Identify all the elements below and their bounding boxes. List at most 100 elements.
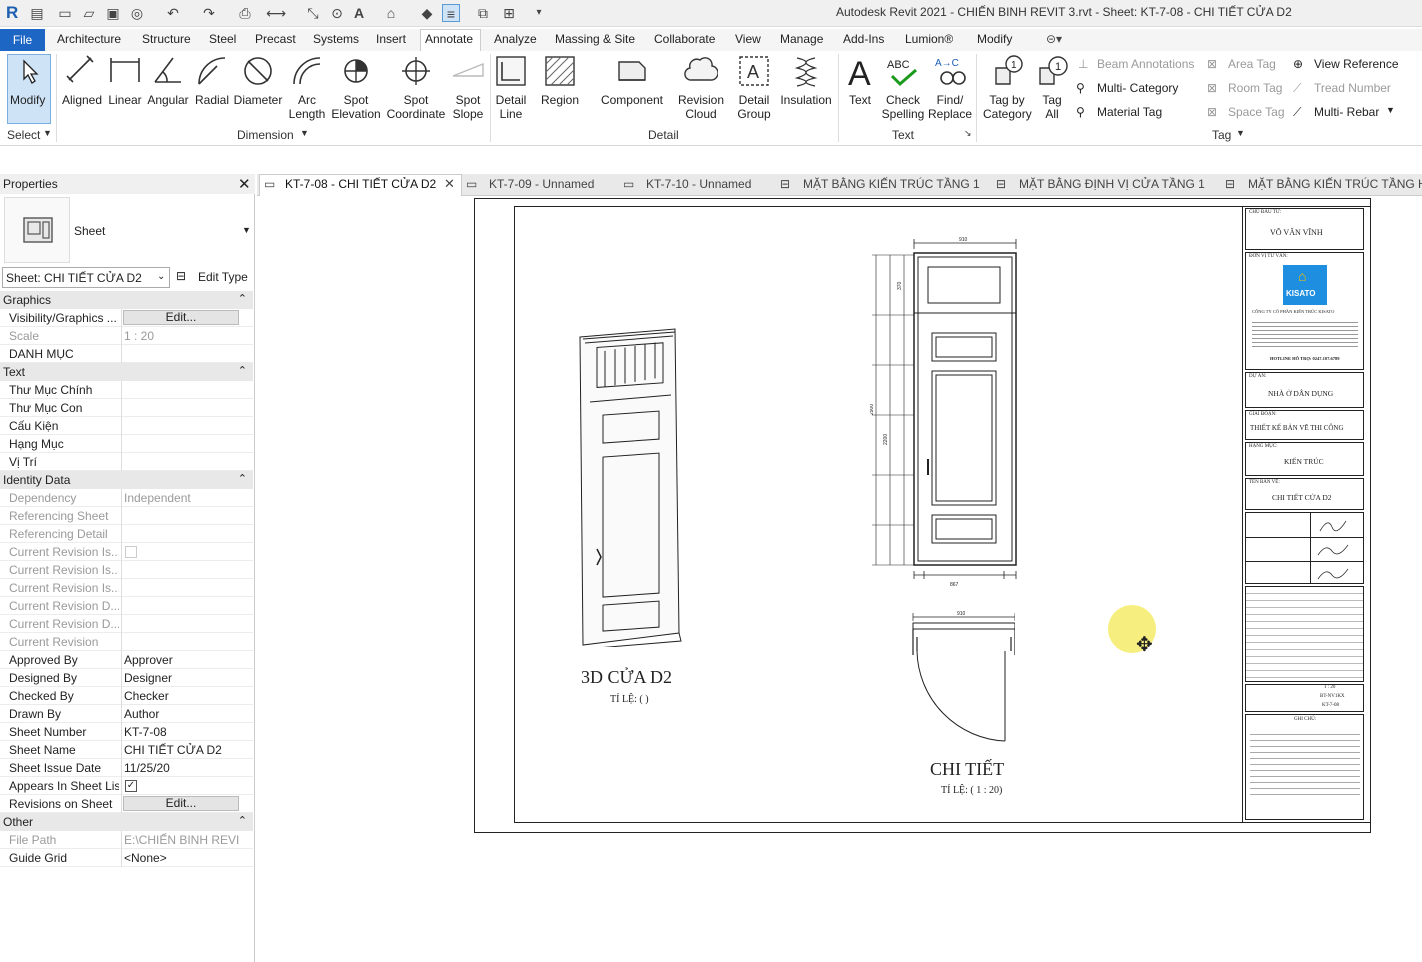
tab-view[interactable]: View	[735, 32, 761, 46]
beam-annotations-button[interactable]: Beam Annotations	[1097, 57, 1194, 71]
prop-value[interactable]: CHI TIẾT CỬA D2	[124, 743, 240, 757]
tab-analyze[interactable]: Analyze	[494, 32, 537, 46]
dimension-chevron-icon[interactable]: ▼	[300, 128, 309, 138]
view-tab-label[interactable]: MẶT BẰNG ĐỊNH VỊ CỬA TẦNG 1	[1019, 177, 1205, 191]
select-chevron-icon[interactable]: ▼	[43, 128, 52, 138]
tag-all-button[interactable]: 1 Tag All	[1036, 54, 1068, 121]
app-menu-icon[interactable]: ▤	[28, 4, 46, 22]
appears-in-sheet-list-checkbox[interactable]: ✓	[125, 780, 137, 792]
new-icon[interactable]: ▭	[56, 4, 74, 22]
section-text[interactable]: Text ⌃	[0, 363, 253, 381]
detail-group-button[interactable]: A Detail Group	[734, 54, 774, 121]
thin-lines-icon[interactable]: ≡	[442, 4, 460, 22]
view-reference-button[interactable]: View Reference	[1314, 57, 1399, 71]
sheet-paper[interactable]: 3D CỬA D2 TỈ LỆ: ( ) 910 867 2900 2200 3…	[474, 198, 1371, 833]
space-tag-button[interactable]: Space Tag	[1228, 105, 1285, 119]
tab-add-ins[interactable]: Add-Ins	[843, 32, 884, 46]
tab-steel[interactable]: Steel	[209, 32, 236, 46]
tag-by-category-button[interactable]: 1 Tag by Category	[983, 54, 1032, 121]
text-button[interactable]: A Text	[844, 54, 876, 107]
detail-line-button[interactable]: Detail Line	[494, 54, 528, 121]
modify-button[interactable]: Modify	[7, 54, 51, 124]
multi-category-button[interactable]: Multi- Category	[1097, 81, 1178, 95]
spot-elevation-button[interactable]: Spot Elevation	[330, 54, 382, 121]
tab-modify[interactable]: Modify	[977, 32, 1012, 46]
tag-icon[interactable]: ⊙	[328, 4, 346, 22]
undo-icon[interactable]: ↶	[164, 4, 182, 22]
tab-lumion[interactable]: Lumion®	[905, 32, 953, 46]
prop-value[interactable]: Approver	[124, 653, 240, 667]
tab-precast[interactable]: Precast	[255, 32, 296, 46]
panel-toggle-icon[interactable]: ⊝▾	[1046, 32, 1062, 46]
tab-collaborate[interactable]: Collaborate	[654, 32, 715, 46]
open-icon[interactable]: ▱	[80, 4, 98, 22]
revit-logo[interactable]: R	[6, 3, 18, 23]
save-icon[interactable]: ▣	[104, 4, 122, 22]
door-elevation-view[interactable]: 910 867 2900 2200 370	[870, 235, 1030, 595]
section-other[interactable]: Other ⌃	[0, 813, 253, 831]
section-icon[interactable]: ◆	[418, 4, 436, 22]
tab-massing-site[interactable]: Massing & Site	[555, 32, 635, 46]
door-3d-view[interactable]	[575, 327, 685, 647]
text-launcher-icon[interactable]: ↘	[964, 128, 972, 139]
angular-dim-button[interactable]: Angular	[146, 54, 190, 107]
measure-icon[interactable]: ⟷	[266, 4, 286, 22]
tread-number-button[interactable]: Tread Number	[1314, 81, 1391, 95]
visibility-edit-button[interactable]: Edit...	[123, 310, 239, 325]
tag-chevron-icon[interactable]: ▼	[1236, 128, 1245, 138]
close-tab-icon[interactable]: ✕	[444, 176, 455, 192]
view-tab-label[interactable]: KT-7-08 - CHI TIẾT CỬA D2	[285, 177, 436, 191]
multi-rebar-button[interactable]: Multi- Rebar	[1314, 105, 1379, 119]
room-tag-button[interactable]: Room Tag	[1228, 81, 1282, 95]
prop-value[interactable]: Author	[124, 707, 240, 721]
print-icon[interactable]: ⎙	[236, 4, 254, 22]
tab-systems[interactable]: Systems	[313, 32, 359, 46]
close-hidden-icon[interactable]: ⧉	[474, 4, 492, 22]
instance-selector[interactable]: Sheet: CHI TIẾT CỬA D2 ⌄	[2, 267, 170, 288]
revisions-edit-button[interactable]: Edit...	[123, 796, 239, 811]
tab-manage[interactable]: Manage	[780, 32, 823, 46]
section-identity-data[interactable]: Identity Data ⌃	[0, 471, 253, 489]
prop-value[interactable]: Checker	[124, 689, 240, 703]
select-dropdown[interactable]: Select	[7, 128, 40, 142]
prop-value[interactable]: Designer	[124, 671, 240, 685]
customize-chevron-icon[interactable]: ▾	[530, 4, 548, 22]
spot-coordinate-button[interactable]: Spot Coordinate	[385, 54, 447, 121]
aligned-dim-button[interactable]: Aligned	[60, 54, 104, 107]
prop-value[interactable]: KT-7-08	[124, 725, 240, 739]
tab-structure[interactable]: Structure	[142, 32, 191, 46]
edit-type-button[interactable]: ⊟ Edit Type	[176, 267, 248, 288]
switch-windows-icon[interactable]: ⊞	[500, 4, 518, 22]
section-graphics[interactable]: Graphics ⌃	[0, 291, 253, 309]
linear-dim-button[interactable]: Linear	[106, 54, 144, 107]
radial-dim-button[interactable]: Radial	[193, 54, 231, 107]
tab-file[interactable]: File	[0, 29, 45, 51]
area-tag-button[interactable]: Area Tag	[1228, 57, 1276, 71]
prop-value[interactable]: <None>	[124, 851, 240, 865]
check-spelling-button[interactable]: ABC Check Spelling	[881, 54, 925, 121]
door-plan-view[interactable]: 910	[905, 609, 1015, 749]
aligned-dimension-icon[interactable]: ⤡	[304, 4, 322, 22]
find-replace-button[interactable]: A→C Find/ Replace	[928, 54, 972, 121]
redo-icon[interactable]: ↷	[200, 4, 218, 22]
revision-cloud-button[interactable]: Revision Cloud	[676, 54, 726, 121]
arc-length-button[interactable]: Arc Length	[286, 54, 328, 121]
view-tab-label[interactable]: MẶT BẰNG KIẾN TRÚC TẦNG 1	[803, 177, 980, 191]
region-button[interactable]: Region	[539, 54, 581, 107]
tab-architecture[interactable]: Architecture	[57, 32, 121, 46]
material-tag-button[interactable]: Material Tag	[1097, 105, 1162, 119]
view-tab-label[interactable]: MẶT BẰNG KIẾN TRÚC TẦNG HẦ	[1248, 177, 1422, 191]
prop-value[interactable]: 11/25/20	[124, 761, 240, 775]
view-tab-label[interactable]: KT-7-10 - Unnamed	[646, 177, 751, 191]
view-tab-label[interactable]: KT-7-09 - Unnamed	[489, 177, 594, 191]
component-button[interactable]: Component	[598, 54, 666, 107]
text-icon[interactable]: A	[350, 4, 368, 22]
multi-rebar-chevron-icon[interactable]: ▼	[1386, 105, 1395, 115]
spot-slope-button[interactable]: Spot Slope	[450, 54, 486, 121]
tab-annotate[interactable]: Annotate	[420, 29, 481, 51]
tab-insert[interactable]: Insert	[376, 32, 406, 46]
insulation-button[interactable]: Insulation	[779, 54, 833, 107]
close-icon[interactable]: ✕	[238, 175, 251, 193]
sync-icon[interactable]: ◎	[128, 4, 146, 22]
type-chevron-icon[interactable]: ▼	[242, 225, 251, 235]
